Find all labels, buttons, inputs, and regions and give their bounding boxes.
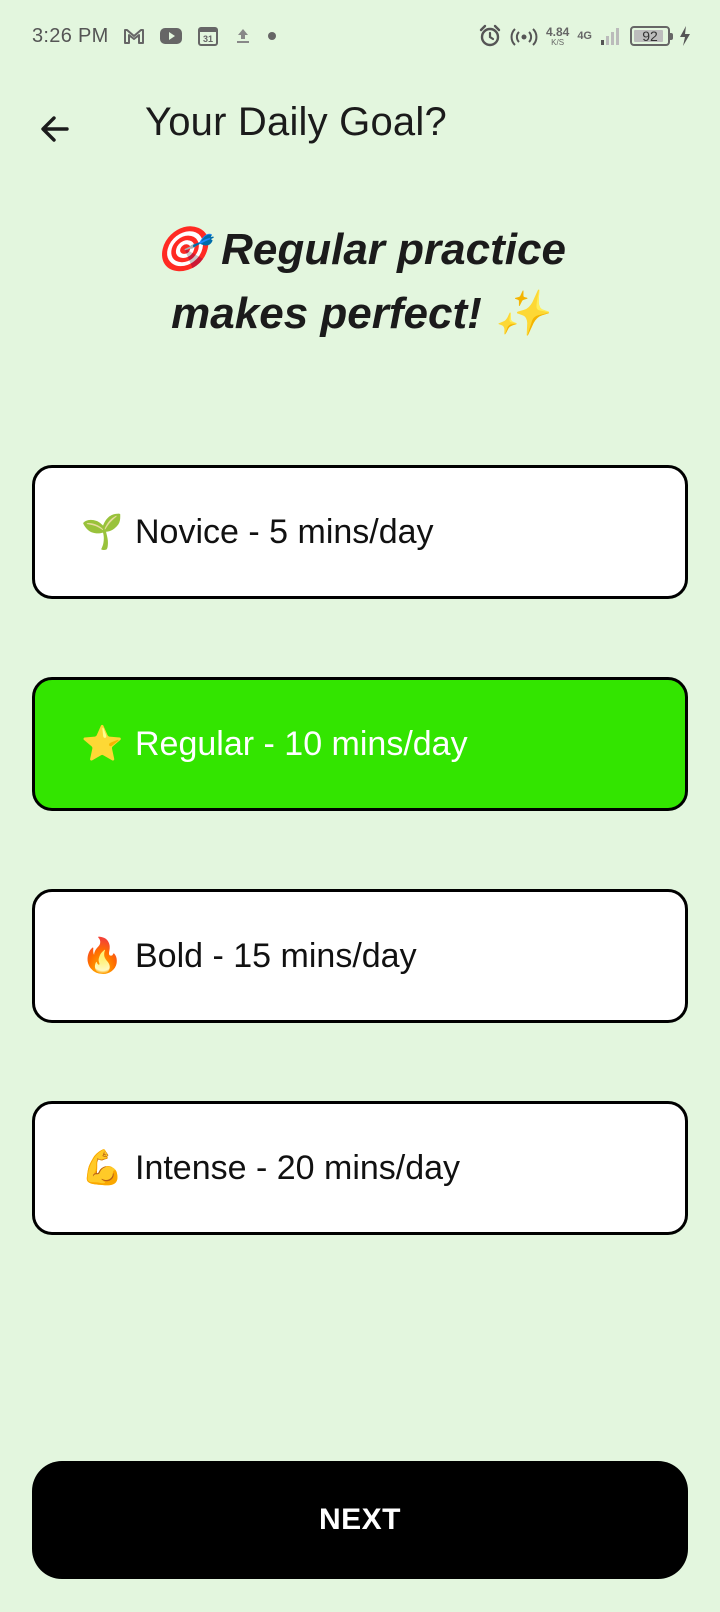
network-type: 4G xyxy=(577,29,592,42)
network-speed: 4.84 K/S xyxy=(546,26,569,47)
arrow-left-icon xyxy=(41,116,69,142)
seedling-icon: 🌱 xyxy=(81,513,124,551)
network-speed-unit: K/S xyxy=(551,37,565,47)
option-label: Regular - 10 mins/day xyxy=(135,724,468,763)
target-icon: 🎯 xyxy=(154,225,209,274)
sparkles-icon: ✨ xyxy=(494,289,549,338)
network-speed-value: 4.84 xyxy=(545,24,570,39)
alarm-icon xyxy=(478,24,502,48)
calendar-icon: 31 xyxy=(197,25,219,47)
option-label: Bold - 15 mins/day xyxy=(135,936,417,975)
status-bar-right: 4.84 K/S 4G 92 xyxy=(478,24,692,48)
flexed-biceps-icon: 💪 xyxy=(81,1149,124,1187)
goal-option-intense[interactable]: 💪 Intense - 20 mins/day xyxy=(32,1101,688,1235)
fire-icon: 🔥 xyxy=(81,937,124,975)
dot-icon xyxy=(267,31,277,41)
headline-line-1: 🎯 Regular practice xyxy=(60,218,660,282)
headline-line-2: makes perfect! ✨ xyxy=(60,282,660,346)
headline-text-1: Regular practice xyxy=(221,225,566,274)
next-button[interactable]: NEXT xyxy=(32,1461,688,1579)
page-title: Your Daily Goal? xyxy=(145,100,447,144)
charging-icon xyxy=(678,25,692,47)
app-header: Your Daily Goal? xyxy=(0,86,720,168)
goal-option-regular[interactable]: ⭐ Regular - 10 mins/day xyxy=(32,677,688,811)
status-bar-left: 3:26 PM 31 xyxy=(32,25,277,48)
hotspot-icon xyxy=(510,25,538,47)
status-time: 3:26 PM xyxy=(32,24,109,47)
battery-icon: 92 xyxy=(630,26,673,46)
battery-level: 92 xyxy=(642,28,658,44)
star-icon: ⭐ xyxy=(81,725,124,763)
status-bar: 3:26 PM 31 4.84 K/S 4G 92 xyxy=(0,0,720,72)
next-button-label: NEXT xyxy=(318,1503,401,1536)
signal-icon xyxy=(600,26,622,46)
option-label: Intense - 20 mins/day xyxy=(135,1148,461,1187)
headline-text-2: makes perfect! xyxy=(171,289,482,338)
back-button[interactable] xyxy=(30,104,80,154)
upload-icon xyxy=(233,26,253,46)
motivation-headline: 🎯 Regular practice makes perfect! ✨ xyxy=(60,218,660,346)
calendar-day: 31 xyxy=(203,34,213,44)
daily-goal-screen: 3:26 PM 31 4.84 K/S 4G 92 Your Daily Goa… xyxy=(0,0,720,1612)
goal-option-novice[interactable]: 🌱 Novice - 5 mins/day xyxy=(32,465,688,599)
goal-option-bold[interactable]: 🔥 Bold - 15 mins/day xyxy=(32,889,688,1023)
option-label: Novice - 5 mins/day xyxy=(135,512,434,551)
youtube-icon xyxy=(159,27,183,45)
gmail-icon xyxy=(123,27,145,45)
